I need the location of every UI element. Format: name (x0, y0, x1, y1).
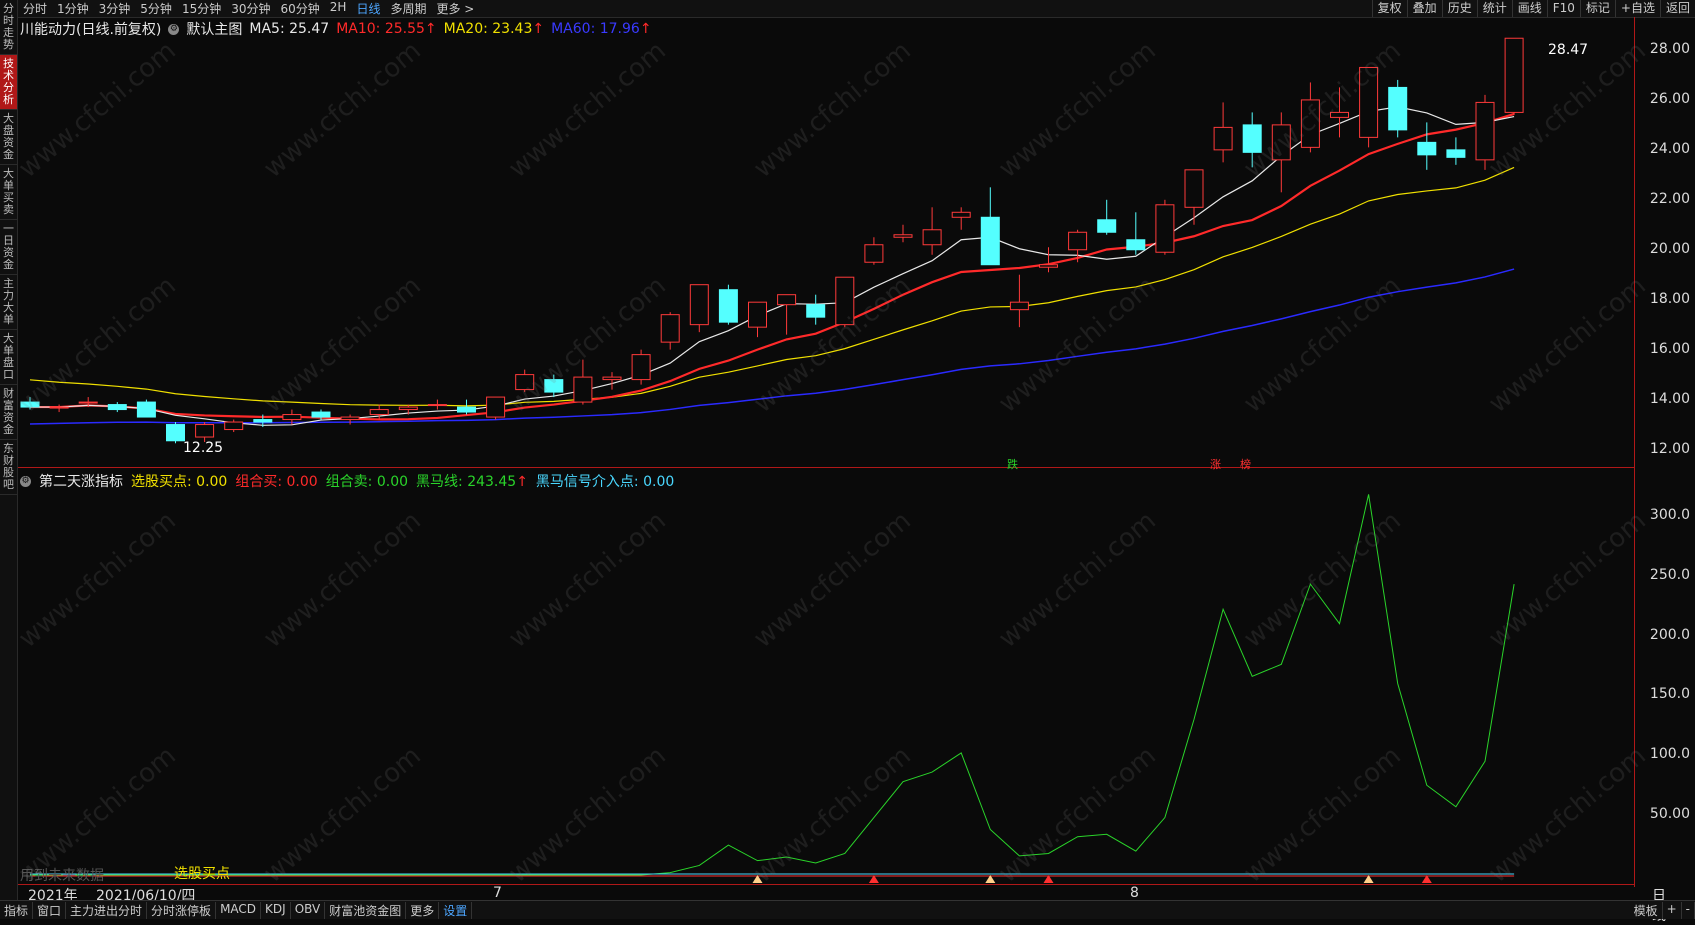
candle-body (136, 401, 156, 418)
candle-body (718, 289, 738, 323)
bottom-tab-4[interactable]: MACD (216, 901, 262, 919)
candle-body (573, 376, 593, 403)
candle-body (980, 216, 1000, 266)
candle-body (1300, 99, 1320, 148)
candle-body (922, 229, 942, 246)
limit-marker: 榜 (1240, 458, 1251, 471)
rise-marker: 涨 (1210, 458, 1221, 471)
candle-body (951, 211, 971, 218)
candle-body (427, 404, 447, 407)
candle-body (1009, 301, 1029, 311)
price-tick: 14.00 (1649, 390, 1690, 407)
candle-body (107, 404, 127, 411)
bottom-right-button-0[interactable]: 模板 (1630, 901, 1663, 919)
candle-body (369, 409, 389, 416)
fall-marker: 跌 (1007, 458, 1018, 471)
candle-body (748, 301, 767, 328)
price-axis: 28.00 26.00 24.00 22.00 20.00 18.00 16.00 14.00… (1634, 17, 1695, 887)
candle-body (1097, 219, 1117, 233)
month-7-label: 7 (493, 885, 502, 901)
candle-body (49, 406, 69, 409)
candle-body (1184, 169, 1204, 208)
bottom-toolbar: 指标 窗口 主力进出分时 分时涨停板 MACD KDJ OBV 财富池资金图 更多 设置 模板 + - (0, 900, 1695, 919)
candle-body (457, 406, 476, 413)
candle-body (253, 419, 273, 423)
month-8-label: 8 (1130, 885, 1139, 901)
candle-body (311, 411, 331, 418)
high-label: 28.47 (1548, 42, 1589, 58)
buy-point-label: 选股买点 (174, 866, 230, 882)
bottom-tab-8[interactable]: 更多 (406, 901, 440, 919)
ma5-line (30, 106, 1515, 426)
candle-body (1126, 239, 1146, 251)
indicator-tick: 50.00 (1649, 806, 1690, 823)
candle-body (20, 401, 40, 408)
price-tick: 26.00 (1649, 90, 1690, 107)
bottom-tab-1[interactable]: 窗口 (33, 901, 67, 919)
price-tick: 18.00 (1649, 290, 1690, 307)
candle-body (631, 354, 651, 381)
bottom-tab-3[interactable]: 分时涨停板 (147, 901, 217, 919)
candle-body (1504, 37, 1524, 113)
candle-body (1330, 111, 1349, 118)
candle-body (835, 276, 855, 326)
candle-body (398, 406, 418, 411)
bottom-right-button-2[interactable]: - (1682, 901, 1695, 919)
candle-body (282, 414, 302, 421)
candle-body (1446, 149, 1466, 158)
indicator-tick: 100.0 (1649, 746, 1690, 763)
candle-body (1359, 66, 1379, 138)
candle-body (486, 396, 506, 418)
bottom-right-button-1[interactable]: + (1663, 901, 1682, 919)
dark-horse-line (30, 494, 1515, 876)
indicator-tick: 150.0 (1649, 686, 1690, 703)
candle-body (166, 424, 185, 442)
candle-body (777, 294, 797, 306)
bottom-tab-6[interactable]: OBV (291, 901, 326, 919)
candle-body (806, 304, 826, 318)
indicator-tick: 200.0 (1649, 626, 1690, 643)
candle-body (78, 401, 98, 404)
candle-body (864, 244, 884, 263)
candle-body (1417, 141, 1437, 156)
candle-body (515, 374, 535, 391)
candle-body (689, 284, 709, 326)
future-data-label: 用到未来数据 (20, 868, 104, 884)
candle-body (893, 234, 913, 238)
price-tick: 12.00 (1649, 440, 1690, 457)
low-label: 12.25 (183, 440, 224, 456)
candle-body (195, 424, 215, 438)
bottom-tab-7[interactable]: 财富池资金图 (325, 901, 407, 919)
bottom-tab-0[interactable]: 指标 (0, 901, 34, 919)
candle-body (660, 314, 680, 343)
toolbar-button-8[interactable]: 返回 (1659, 0, 1695, 17)
candle-body (1039, 264, 1058, 268)
candle-body (340, 416, 360, 421)
indicator-tick: 300.0 (1649, 506, 1690, 523)
bottom-tab-9[interactable]: 设置 (439, 901, 473, 919)
price-tick: 20.00 (1649, 240, 1690, 257)
date-axis: 2021年 2021/06/10/四 7 8 日线 (18, 885, 1666, 924)
indicator-tick: 250.0 (1649, 566, 1690, 583)
price-tick: 16.00 (1649, 340, 1690, 357)
candle-body (1155, 204, 1175, 253)
candle-body (1475, 101, 1495, 161)
price-tick: 24.00 (1649, 140, 1690, 157)
candle-body (544, 379, 564, 393)
bottom-tab-2[interactable]: 主力进出分时 (66, 901, 148, 919)
price-tick: 22.00 (1649, 190, 1690, 207)
ma20-line (29, 166, 1515, 407)
candle-body (1271, 124, 1291, 161)
price-tick: 28.00 (1649, 40, 1690, 57)
candle-body (1388, 86, 1408, 131)
bottom-tab-5[interactable]: KDJ (261, 901, 291, 919)
ma10-line (30, 112, 1515, 421)
candle-body (1068, 231, 1088, 251)
candle-body (1242, 124, 1262, 153)
candle-body (602, 376, 622, 381)
candlestick-chart[interactable] (0, 0, 1634, 900)
candle-body (1213, 126, 1233, 151)
candle-body (224, 421, 244, 431)
